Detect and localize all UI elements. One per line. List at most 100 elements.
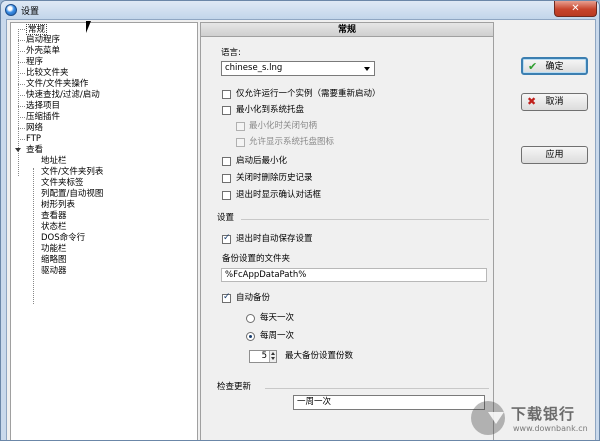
single-instance-checkbox[interactable]	[222, 90, 231, 99]
single-instance-label: 仅允许运行一个实例（需要重新启动）	[236, 89, 381, 99]
ok-button-label: 确定	[545, 62, 564, 72]
settings-category-tree[interactable]: 常规 启动程序 外壳菜单 程序 比较文件夹 文件/文件夹操作 快速查找/过滤/启…	[10, 22, 198, 440]
cancel-button[interactable]: ✖ 取消	[521, 93, 588, 111]
tree-child-dos-command[interactable]: DOS命令行	[41, 233, 85, 244]
download-arrow-icon	[488, 412, 504, 424]
tree-connector	[18, 73, 25, 74]
title-bar[interactable]: 设置 ✕	[1, 1, 599, 19]
tree-item-startup[interactable]: 启动程序	[26, 35, 60, 46]
apply-button-label: 应用	[545, 150, 564, 160]
confirm-exit-checkbox[interactable]	[222, 191, 231, 200]
tree-connector	[18, 40, 25, 41]
settings-panel: 常规 语言: chinese_s.lng 仅允许运行一个实例（需要重新启动） 最…	[200, 22, 494, 440]
settings-window: 设置 ✕ 常规 启动程序 外壳菜单 程序 比较文件夹 文件/文件夹操作 快速查找…	[0, 0, 600, 441]
tree-child-file-list[interactable]: 文件/文件夹列表	[41, 167, 103, 178]
confirm-exit-label: 退出时显示确认对话框	[236, 190, 322, 200]
tray-icon-checkbox[interactable]	[236, 138, 245, 147]
tree-item-select-items[interactable]: 选择项目	[26, 101, 60, 112]
download-logo-icon	[471, 401, 505, 435]
app-icon	[5, 4, 17, 16]
start-minimized-checkbox[interactable]	[222, 157, 231, 166]
apply-button[interactable]: 应用	[521, 146, 588, 164]
auto-backup-label: 自动备份	[236, 293, 271, 303]
group-divider	[265, 388, 489, 389]
backup-folder-label: 备份设置的文件夹	[222, 254, 291, 264]
watermark-text: 下载银行	[511, 405, 576, 423]
tree-expander-icon[interactable]	[15, 148, 21, 152]
tree-item-compare-folders[interactable]: 比较文件夹	[26, 68, 69, 79]
watermark-url: www.downbank.cn	[513, 424, 588, 433]
close-handles-checkbox[interactable]	[236, 122, 245, 131]
tree-item-network[interactable]: 网络	[26, 123, 43, 134]
tree-item-shell-menu[interactable]: 外壳菜单	[26, 46, 60, 57]
save-on-exit-checkbox[interactable]	[222, 233, 231, 244]
tray-icon-label: 允许显示系统托盘图标	[249, 137, 335, 147]
cancel-button-label: 取消	[545, 97, 564, 107]
tree-child-drives[interactable]: 驱动器	[41, 266, 67, 277]
ok-button[interactable]: ✔ 确定	[521, 57, 588, 75]
tree-item-quick-find[interactable]: 快速查找/过滤/启动	[26, 90, 100, 101]
tree-item-archive-plugins[interactable]: 压缩插件	[26, 112, 60, 123]
minimize-to-tray-label: 最小化到系统托盘	[236, 105, 305, 115]
save-on-exit-label: 退出时自动保存设置	[236, 234, 313, 244]
language-select[interactable]: chinese_s.lng	[221, 61, 375, 76]
daily-label: 每天一次	[260, 313, 295, 323]
tree-connector	[18, 139, 25, 140]
close-button[interactable]: ✕	[554, 1, 597, 17]
tree-connector	[18, 106, 25, 107]
weekly-radio[interactable]	[246, 332, 255, 341]
settings-group-title: 设置	[217, 213, 235, 223]
close-icon: ✕	[571, 3, 580, 14]
tree-connector	[18, 117, 25, 118]
update-frequency-value: 一周一次	[297, 397, 332, 407]
tree-connector	[18, 62, 25, 63]
tree-item-general[interactable]: 常规	[26, 24, 48, 35]
minimize-to-tray-checkbox[interactable]	[222, 106, 231, 115]
tree-child-status-bar[interactable]: 状态栏	[41, 222, 67, 233]
tree-connector	[18, 128, 25, 129]
start-minimized-label: 启动后最小化	[236, 156, 288, 166]
tree-item-file-operations[interactable]: 文件/文件夹操作	[26, 79, 88, 90]
group-divider	[241, 219, 489, 220]
chevron-down-icon	[364, 67, 370, 71]
tree-child-viewer[interactable]: 查看器	[41, 211, 67, 222]
backup-folder-input[interactable]: %FcAppDataPath%	[221, 268, 487, 282]
weekly-label: 每周一次	[260, 331, 295, 341]
tree-child-folder-tabs[interactable]: 文件夹标签	[41, 178, 84, 189]
tree-child-thumbnails[interactable]: 缩略图	[41, 255, 67, 266]
close-handles-label: 最小化时关闭句柄	[249, 121, 318, 131]
tree-connector	[18, 95, 25, 96]
update-frequency-select[interactable]: 一周一次	[293, 395, 485, 410]
daily-radio[interactable]	[246, 314, 255, 323]
arrow-up-icon	[271, 352, 275, 355]
panel-scrollbar[interactable]	[478, 22, 494, 440]
language-label: 语言:	[221, 48, 241, 58]
stepper-arrows[interactable]	[269, 351, 276, 362]
window-title: 设置	[21, 7, 40, 17]
max-backups-label: 最大备份设置份数	[285, 351, 354, 361]
clear-history-checkbox[interactable]	[222, 174, 231, 183]
clear-history-label: 关闭时删除历史记录	[236, 173, 313, 183]
tree-connector	[18, 29, 25, 30]
auto-backup-checkbox[interactable]	[222, 292, 231, 303]
max-backups-stepper[interactable]: 5	[249, 350, 277, 363]
cross-icon: ✖	[527, 95, 537, 108]
tree-connector	[33, 168, 34, 304]
panel-header: 常规	[201, 23, 493, 37]
update-group-title: 检查更新	[217, 382, 252, 392]
checkmark-icon: ✔	[528, 60, 538, 73]
dialog-body: 常规 启动程序 外壳菜单 程序 比较文件夹 文件/文件夹操作 快速查找/过滤/启…	[6, 19, 596, 440]
tree-item-view[interactable]: 查看	[26, 145, 43, 156]
watermark: 下载银行 www.downbank.cn	[463, 399, 599, 440]
tree-item-programs[interactable]: 程序	[26, 57, 43, 68]
mouse-cursor-icon	[86, 21, 91, 33]
language-select-value: chinese_s.lng	[225, 63, 283, 73]
tree-child-columns[interactable]: 列配置/自动视图	[41, 189, 103, 200]
max-backups-value: 5	[261, 351, 267, 361]
tree-connector	[18, 84, 25, 85]
tree-child-tree-list[interactable]: 树形列表	[41, 200, 75, 211]
tree-child-address-bar[interactable]: 地址栏	[41, 156, 67, 167]
arrow-down-icon	[271, 357, 275, 360]
tree-item-ftp[interactable]: FTP	[26, 134, 41, 145]
tree-child-function-bar[interactable]: 功能栏	[41, 244, 67, 255]
